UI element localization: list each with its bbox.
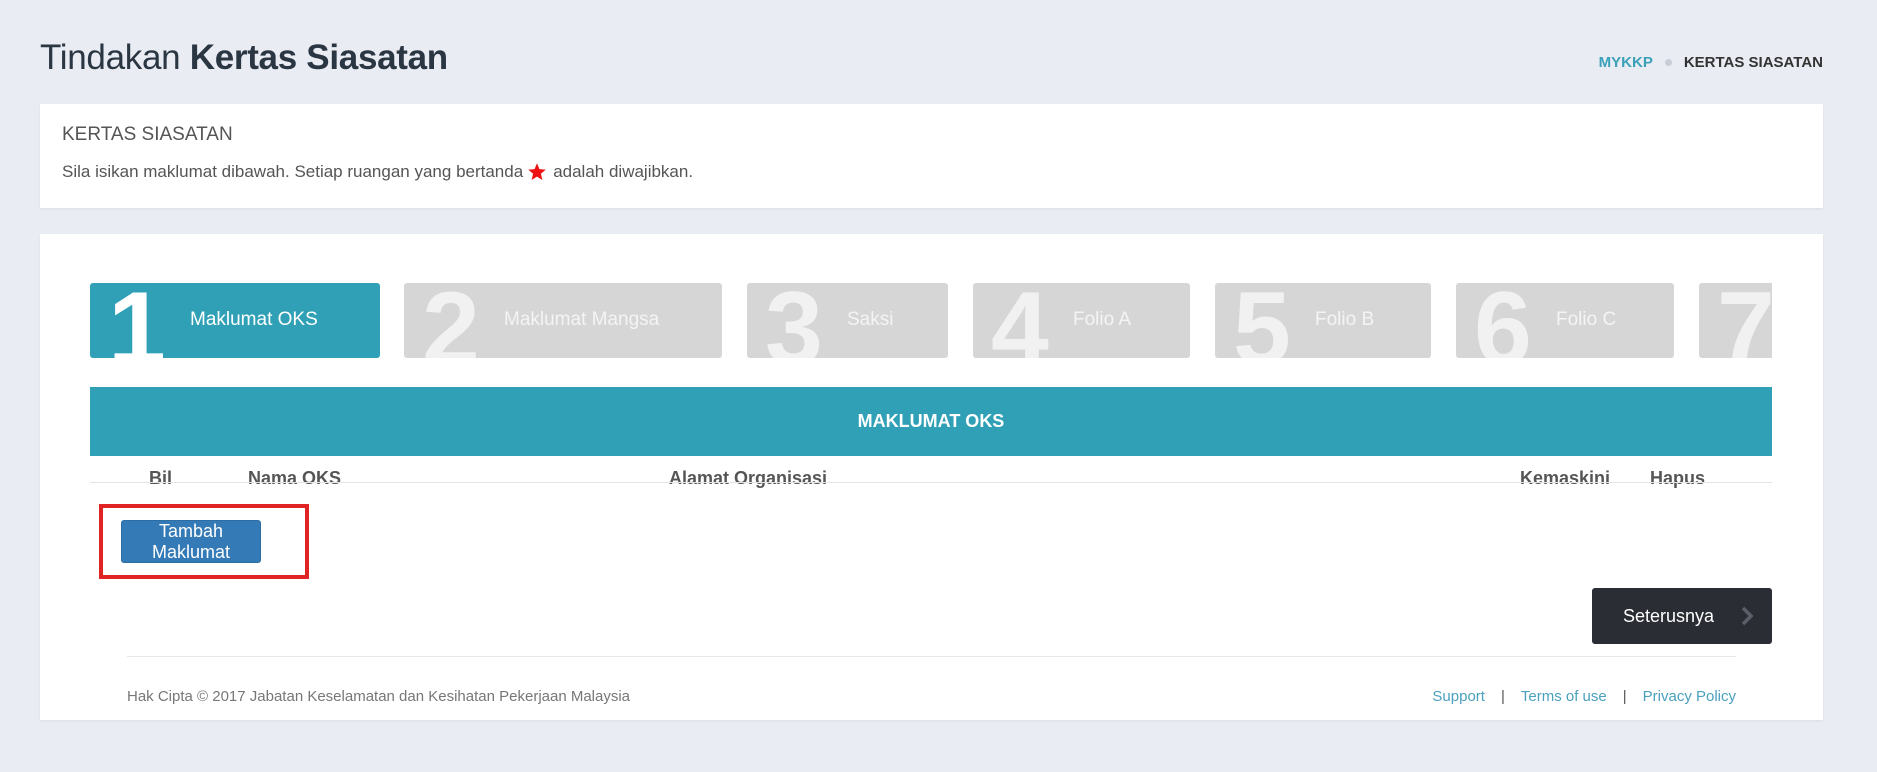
step-folio-a[interactable]: 4 Folio A bbox=[973, 283, 1190, 358]
step-maklumat-mangsa[interactable]: 2 Maklumat Mangsa bbox=[404, 283, 722, 358]
step-number: 1 bbox=[108, 283, 166, 358]
column-header-hapus: Hapus bbox=[1650, 468, 1706, 488]
breadcrumb-home-link[interactable]: MYKKP bbox=[1599, 54, 1653, 71]
footer-link-separator: | bbox=[1500, 688, 1505, 705]
step-label: Folio A bbox=[1073, 309, 1132, 330]
step-folio-b[interactable]: 5 Folio B bbox=[1215, 283, 1431, 358]
step-label: Folio C bbox=[1556, 309, 1617, 330]
breadcrumb: MYKKP KERTAS SIASATAN bbox=[1599, 54, 1823, 71]
next-button-label: Seterusnya bbox=[1623, 605, 1715, 626]
wizard-steps: 1 Maklumat OKS 2 Maklumat Mangsa 3 Saksi… bbox=[90, 283, 1772, 358]
step-label: Folio B bbox=[1315, 309, 1375, 330]
column-header-bil: Bil bbox=[149, 468, 173, 488]
step-label: Maklumat OKS bbox=[190, 309, 318, 330]
footer-copyright: Hak Cipta © 2017 Jabatan Keselamatan dan… bbox=[127, 688, 631, 705]
step-saksi[interactable]: 3 Saksi bbox=[747, 283, 948, 358]
breadcrumb-separator-dot bbox=[1664, 59, 1672, 66]
next-button[interactable]: Seterusnya bbox=[1592, 588, 1772, 644]
star-icon bbox=[528, 163, 546, 180]
main-panel: 1 Maklumat OKS 2 Maklumat Mangsa 3 Saksi… bbox=[40, 234, 1823, 720]
footer-link-separator: | bbox=[1622, 688, 1627, 705]
footer-divider bbox=[127, 656, 1736, 657]
footer-link-support[interactable]: Support bbox=[1432, 688, 1485, 705]
step-number: 7 bbox=[1717, 283, 1772, 358]
step-label: Saksi bbox=[847, 309, 894, 330]
table-divider bbox=[90, 482, 1772, 483]
page-title-bold: Kertas Siasatan bbox=[189, 38, 448, 77]
info-panel: KERTAS SIASATAN Sila isikan maklumat dib… bbox=[40, 104, 1823, 208]
breadcrumb-current: KERTAS SIASATAN bbox=[1683, 54, 1823, 71]
step-number: 6 bbox=[1474, 283, 1532, 358]
footer-link-terms[interactable]: Terms of use bbox=[1521, 688, 1607, 705]
info-title: KERTAS SIASATAN bbox=[62, 124, 233, 145]
page-title-light: Tindakan bbox=[40, 38, 181, 77]
column-header-alamat-organisasi: Alamat Organisasi bbox=[669, 468, 828, 488]
table-title-bar: MAKLUMAT OKS bbox=[90, 387, 1772, 456]
step-number: 3 bbox=[765, 283, 823, 358]
column-header-nama-oks: Nama OKS bbox=[248, 468, 342, 488]
step-folio-c[interactable]: 6 Folio C bbox=[1456, 283, 1674, 358]
step-number: 2 bbox=[422, 283, 480, 358]
info-text: Sila isikan maklumat dibawah. Setiap rua… bbox=[62, 162, 693, 182]
chevron-right-icon bbox=[1741, 606, 1754, 626]
add-record-button[interactable]: Tambah Maklumat bbox=[121, 520, 261, 563]
column-header-kemaskini: Kemaskini bbox=[1520, 468, 1611, 488]
footer-links: Support | Terms of use | Privacy Policy bbox=[1432, 688, 1736, 705]
step-maklumat-oks[interactable]: 1 Maklumat OKS bbox=[90, 283, 380, 358]
step-number: 5 bbox=[1233, 283, 1291, 358]
step-label: Maklumat Mangsa bbox=[504, 309, 660, 330]
info-text-after: adalah diwajibkan. bbox=[553, 162, 694, 181]
step-7[interactable]: 7 bbox=[1699, 283, 1772, 358]
footer-link-privacy[interactable]: Privacy Policy bbox=[1643, 688, 1736, 705]
step-number: 4 bbox=[991, 283, 1049, 358]
info-text-before: Sila isikan maklumat dibawah. Setiap rua… bbox=[62, 162, 524, 181]
page-title: Tindakan Kertas Siasatan bbox=[40, 36, 448, 80]
